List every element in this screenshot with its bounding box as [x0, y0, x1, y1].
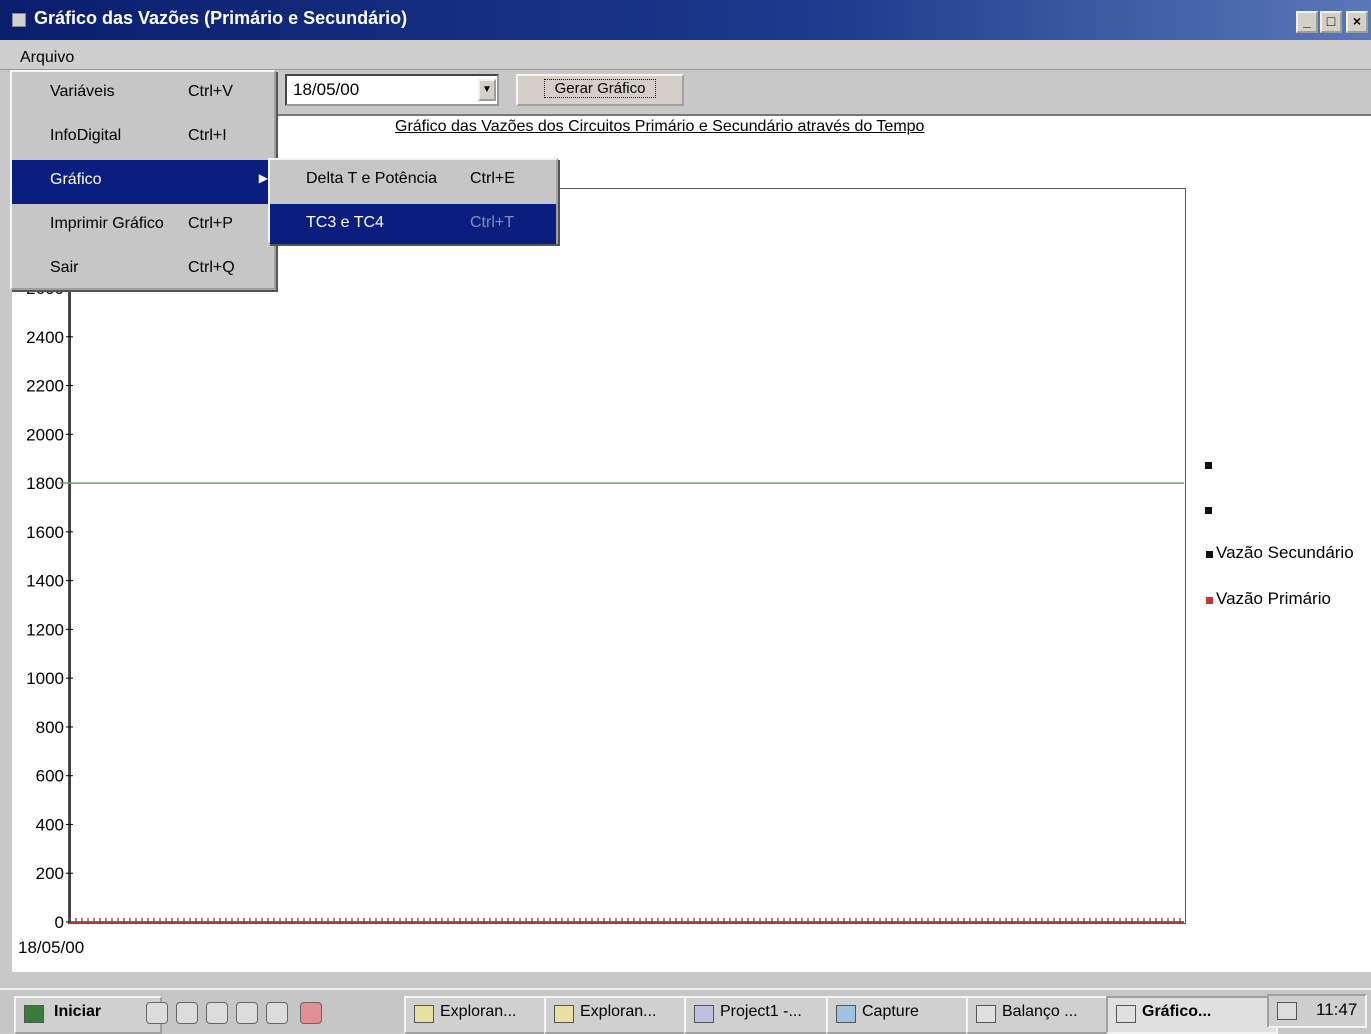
- app-quicklaunch-icon[interactable]: [300, 1002, 322, 1024]
- y-tick-label: 2000: [26, 425, 64, 444]
- y-tick-label: 400: [36, 815, 64, 834]
- menu-item-label: Gráfico: [50, 171, 102, 188]
- window-icon: [976, 1005, 996, 1023]
- y-tick-label: 800: [36, 718, 64, 737]
- chevron-right-icon: ▶: [258, 171, 268, 185]
- menu-item-shortcut: Ctrl+V: [188, 83, 233, 100]
- menu-item-label: Imprimir Gráfico: [50, 215, 164, 232]
- channels-icon[interactable]: [236, 1002, 258, 1024]
- y-tick-label: 1200: [26, 620, 64, 639]
- explorer-icon[interactable]: [266, 1002, 288, 1024]
- menu-item-label: InfoDigital: [50, 127, 122, 144]
- y-tick-label: 0: [55, 913, 64, 932]
- menu-item-infodigital[interactable]: InfoDigital Ctrl+I: [12, 116, 274, 160]
- submenu-item-delta-t[interactable]: Delta T e Potência Ctrl+E: [270, 160, 556, 200]
- taskbar-button-label: Capture: [862, 1003, 919, 1020]
- x-tick-label: 18/05/00: [18, 938, 85, 957]
- taskbar-button-grafico[interactable]: Gráfico...: [1106, 996, 1278, 1034]
- file-menu: Variáveis Ctrl+V InfoDigital Ctrl+I Gráf…: [10, 70, 276, 290]
- taskbar-button-label: Gráfico...: [1142, 1003, 1212, 1020]
- taskbar-button-label: Balanço ...: [1002, 1003, 1078, 1020]
- legend-marker: [1205, 462, 1212, 469]
- legend-label-secundario: Vazão Secundário: [1216, 543, 1354, 562]
- taskbar-button-label: Project1 -...: [720, 1003, 802, 1020]
- submenu-item-tc3-tc4[interactable]: TC3 e TC4 Ctrl+T: [270, 204, 556, 244]
- y-tick-label: 1000: [26, 669, 64, 688]
- y-tick-label: 2200: [26, 377, 64, 396]
- submenu-item-shortcut: Ctrl+T: [470, 214, 514, 231]
- y-tick-label: 2400: [26, 328, 64, 347]
- menu-item-shortcut: Ctrl+P: [188, 215, 233, 232]
- folder-icon: [414, 1005, 434, 1023]
- menu-item-shortcut: Ctrl+Q: [188, 259, 235, 276]
- start-label: Iniciar: [54, 1003, 102, 1020]
- y-tick-label: 200: [36, 864, 64, 883]
- taskbar-button-label: Exploran...: [440, 1003, 517, 1020]
- clock[interactable]: 11:47: [1316, 1000, 1357, 1020]
- legend-marker-primario: [1206, 597, 1213, 604]
- legend-label-primario: Vazão Primário: [1216, 589, 1331, 608]
- submenu-item-label: Delta T e Potência: [306, 170, 438, 187]
- menu-item-label: Sair: [50, 259, 79, 276]
- calendar-icon[interactable]: [1277, 1002, 1297, 1020]
- grafico-submenu: Delta T e Potência Ctrl+E TC3 e TC4 Ctrl…: [268, 158, 558, 244]
- menu-item-variaveis[interactable]: Variáveis Ctrl+V: [12, 72, 274, 116]
- menu-item-shortcut: Ctrl+I: [188, 127, 227, 144]
- taskbar: Iniciar Exploran... Exploran... Project1…: [0, 988, 1371, 1034]
- submenu-item-shortcut: Ctrl+E: [470, 170, 515, 187]
- start-button[interactable]: Iniciar: [14, 996, 162, 1034]
- y-tick-label: 1400: [26, 572, 64, 591]
- y-tick-label: 1800: [26, 474, 64, 493]
- window-icon: [1116, 1005, 1136, 1023]
- capture-icon: [836, 1005, 856, 1023]
- menu-item-grafico[interactable]: Gráfico ▶: [12, 160, 274, 204]
- menu-item-sair[interactable]: Sair Ctrl+Q: [12, 248, 274, 292]
- desktop-icon[interactable]: [206, 1002, 228, 1024]
- folder-icon: [554, 1005, 574, 1023]
- menu-item-label: Variáveis: [50, 83, 115, 100]
- legend-marker-secundario: [1206, 551, 1213, 558]
- quicklaunch-icon[interactable]: [146, 1002, 168, 1024]
- vb-project-icon: [694, 1005, 714, 1023]
- browser-icon[interactable]: [176, 1002, 198, 1024]
- y-tick-label: 600: [36, 767, 64, 786]
- legend-marker: [1205, 507, 1212, 514]
- y-tick-label: 1600: [26, 523, 64, 542]
- windows-logo-icon: [24, 1005, 44, 1023]
- taskbar-button-label: Exploran...: [580, 1003, 657, 1020]
- menu-item-imprimir-grafico[interactable]: Imprimir Gráfico Ctrl+P: [12, 204, 274, 248]
- submenu-item-label: TC3 e TC4: [306, 214, 384, 231]
